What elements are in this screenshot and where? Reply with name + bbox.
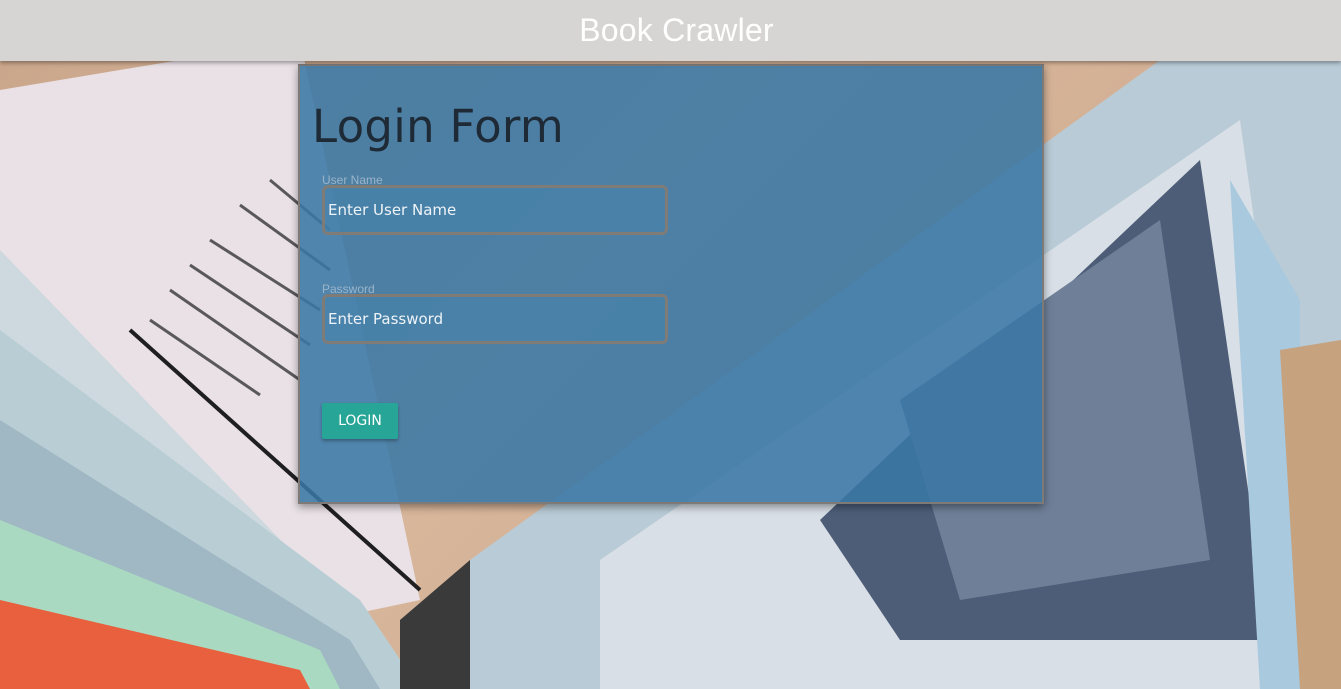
- form-title: Login Form: [312, 100, 565, 153]
- login-button[interactable]: LOGIN: [322, 403, 398, 439]
- username-input[interactable]: [322, 185, 668, 235]
- login-form-panel: Login Form User Name Password LOGIN: [298, 64, 1044, 504]
- app-title: Book Crawler: [579, 12, 774, 48]
- app-bar: Book Crawler: [0, 0, 1341, 61]
- password-input[interactable]: [322, 294, 668, 344]
